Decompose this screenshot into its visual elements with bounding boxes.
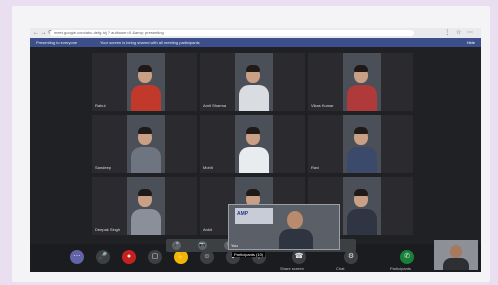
pip-head (450, 245, 462, 258)
presenting-title: Presenting to everyone (36, 40, 78, 45)
meeting-control-button[interactable]: 🎤 (96, 250, 110, 264)
participant-tile[interactable]: Ravi (308, 115, 413, 173)
participant-body (239, 85, 269, 111)
participant-name: Sandeep (95, 165, 112, 170)
participant-tile[interactable]: Mohit (200, 115, 305, 173)
presenting-banner: Presenting to everyone Your screen is be… (30, 38, 481, 47)
participant-body (347, 85, 377, 111)
participant-video (235, 53, 273, 111)
participant-name: Amit Sharma (203, 103, 227, 108)
participant-name: Deepak Singh (95, 227, 121, 232)
participant-body (131, 85, 161, 111)
address-bar[interactable]: meet.google.com/abc-defg-hij ? authuser=… (50, 30, 414, 36)
browser-toolbar: ← → ⟳ meet.google.com/abc-defg-hij ? aut… (30, 28, 481, 38)
participant-hair (138, 189, 152, 196)
participant-hair (246, 65, 260, 72)
self-body (279, 229, 313, 249)
meeting-control-button[interactable]: ✆ (400, 250, 414, 264)
participant-tile[interactable]: Amit Sharma (200, 53, 305, 111)
participant-video (127, 115, 165, 173)
control-caption: Chat (336, 266, 345, 271)
participant-hair (354, 65, 368, 72)
participant-name: Mohit (203, 165, 213, 170)
hide-banner-button[interactable]: Hide (467, 38, 475, 47)
participant-video (343, 115, 381, 173)
participant-tile[interactable]: Vikas Kumar (308, 53, 413, 111)
meeting-window: ← → ⟳ meet.google.com/abc-defg-hij ? aut… (30, 28, 481, 272)
meeting-control-button[interactable]: ● (122, 250, 136, 264)
participant-body (131, 147, 161, 173)
participant-video (235, 115, 273, 173)
self-view-tile[interactable]: AMP You (228, 204, 340, 250)
participant-hair (246, 189, 260, 196)
self-head (287, 211, 303, 229)
floating-control-button[interactable]: 📷 (198, 241, 207, 250)
floating-control-button[interactable]: 🎤 (172, 241, 181, 250)
participant-hair (246, 127, 260, 134)
participant-hair (354, 127, 368, 134)
control-caption: Participants (390, 266, 411, 271)
participant-video (127, 177, 165, 235)
participants-count-label: Participants (10) (232, 252, 266, 257)
participant-tile[interactable]: Rahul (92, 53, 197, 111)
participant-body (347, 147, 377, 173)
participant-name: Ankit (203, 227, 212, 232)
participant-name: Vikas Kumar (311, 103, 334, 108)
participant-hair (138, 65, 152, 72)
meeting-control-button[interactable]: ⋯ (70, 250, 84, 264)
browser-menu-icons[interactable]: ⋮ ☆ ⋯ (444, 29, 475, 36)
participant-body (239, 147, 269, 173)
participant-video (343, 53, 381, 111)
participant-body (347, 209, 377, 235)
participant-video (343, 177, 381, 235)
participant-name: Ravi (311, 165, 320, 170)
participant-tile[interactable]: Deepak Singh (92, 177, 197, 235)
participant-hair (138, 127, 152, 134)
participant-video (127, 53, 165, 111)
meeting-control-button[interactable]: ▢ (148, 250, 162, 264)
participant-name: Rahul (95, 103, 106, 108)
meeting-control-button[interactable]: ☺ (200, 250, 214, 264)
meeting-control-button[interactable]: ☎ (292, 250, 306, 264)
meeting-control-button[interactable]: ✋ (174, 250, 188, 264)
meeting-control-button[interactable]: ⚙ (344, 250, 358, 264)
pip-body (443, 258, 469, 270)
self-view-label: You (231, 243, 238, 248)
presenting-message: Your screen is being shared with all mee… (100, 40, 200, 45)
participant-hair (354, 189, 368, 196)
control-caption: Share screen (280, 266, 304, 271)
pinned-participant-preview[interactable] (434, 240, 478, 270)
poster-text: AMP (237, 211, 249, 217)
participant-body (131, 209, 161, 235)
participant-tile[interactable]: Sandeep (92, 115, 197, 173)
